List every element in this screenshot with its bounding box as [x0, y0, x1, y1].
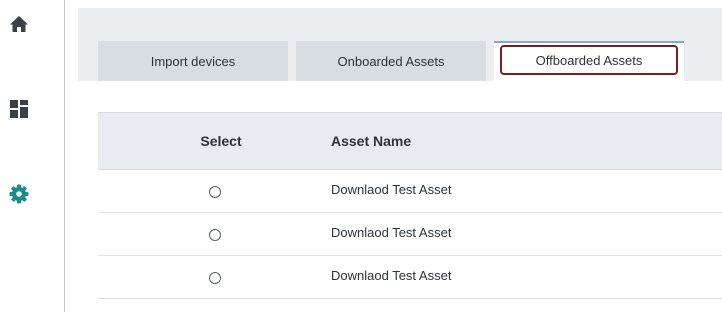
active-tab-outline: Offboarded Assets — [500, 45, 678, 75]
tab-bar: Import devices Onboarded Assets Offboard… — [78, 8, 722, 81]
sidebar — [0, 0, 65, 312]
main-content: Import devices Onboarded Assets Offboard… — [66, 0, 722, 312]
table-header: Select Asset Name — [98, 112, 722, 170]
tab-label: Onboarded Assets — [337, 53, 445, 69]
select-radio[interactable] — [209, 186, 221, 198]
table-row: Downlaod Test Asset — [98, 170, 722, 213]
asset-name-cell: Downlaod Test Asset — [331, 224, 452, 240]
column-header-select: Select — [200, 133, 242, 149]
asset-name-cell: Downlaod Test Asset — [331, 267, 452, 283]
select-radio[interactable] — [209, 272, 221, 284]
tab-onboarded-assets[interactable]: Onboarded Assets — [296, 41, 486, 81]
gear-icon[interactable] — [8, 183, 30, 205]
column-header-asset-name: Asset Name — [331, 133, 412, 149]
dashboard-icon[interactable] — [8, 98, 30, 120]
table-row: Downlaod Test Asset — [98, 213, 722, 256]
home-icon[interactable] — [8, 13, 30, 35]
tab-offboarded-assets[interactable]: Offboarded Assets — [494, 41, 684, 81]
tab-label: Offboarded Assets — [535, 52, 643, 68]
select-radio[interactable] — [209, 229, 221, 241]
asset-name-cell: Downlaod Test Asset — [331, 181, 452, 197]
tab-import-devices[interactable]: Import devices — [98, 41, 288, 81]
assets-table: Select Asset Name Downlaod Test Asset Do… — [98, 112, 722, 299]
tab-label: Import devices — [150, 53, 236, 69]
table-row: Downlaod Test Asset — [98, 256, 722, 299]
